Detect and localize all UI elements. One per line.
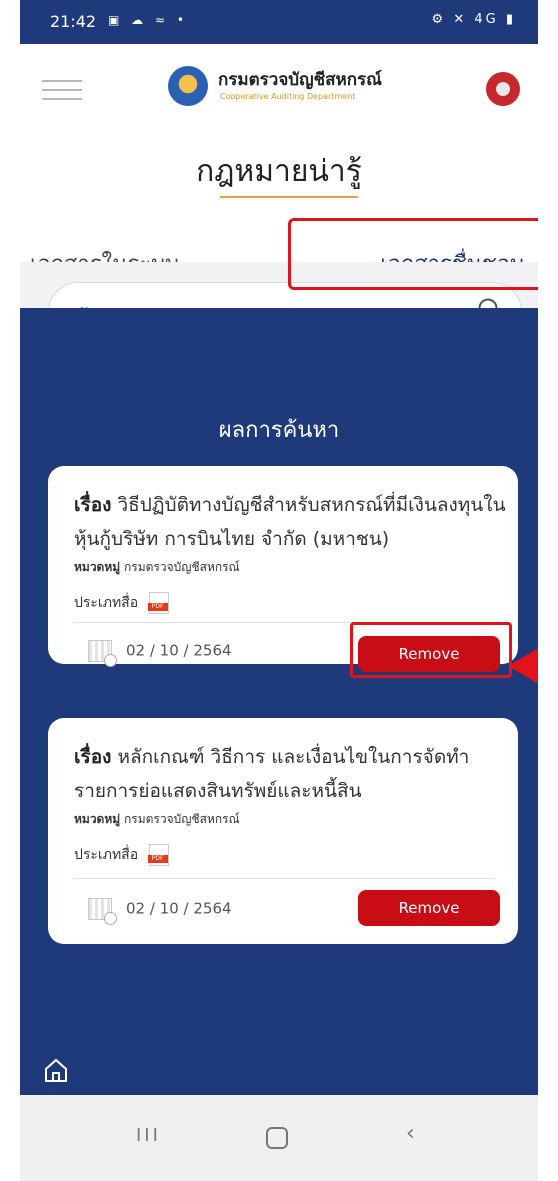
card-subject: เรื่อง วิธีปฏิบัติทางบัญชีสำหรับสหกรณ์ที… <box>74 488 514 556</box>
card-subject: เรื่อง หลักเกณฑ์ วิธีการ และเงื่อนไขในกา… <box>74 740 514 808</box>
status-right-icons: ⚙ ✕ 4G ▮ <box>431 12 516 27</box>
pdf-icon: PDF <box>147 844 169 866</box>
android-nav-bar: III ‹ <box>20 1095 538 1181</box>
nav-home-icon[interactable] <box>266 1127 288 1149</box>
title-underline <box>220 196 358 198</box>
home-icon[interactable] <box>42 1056 70 1084</box>
category-value: กรมตรวจบัญชีสหกรณ์ <box>124 560 240 574</box>
phone-screen: 21:42 ▣ ☁ ≈ • ⚙ ✕ 4G ▮ กรมตรวจบัญชีสหกรณ… <box>20 0 538 1181</box>
results-title: ผลการค้นหา <box>218 418 340 443</box>
avatar-icon[interactable] <box>486 72 520 106</box>
card-category: หมวดหมู่ กรมตรวจบัญชีสหกรณ์ <box>74 810 240 829</box>
media-label: ประเภทสื่อ <box>74 595 139 611</box>
card-category: หมวดหมู่ กรมตรวจบัญชีสหกรณ์ <box>74 558 240 577</box>
results-panel: ผลการค้นหา เรื่อง วิธีปฏิบัติทางบัญชีสำห… <box>20 308 538 1095</box>
remove-highlight-box <box>350 622 512 678</box>
brand-subtitle: Cooperative Auditing Department <box>220 92 356 101</box>
calendar-icon <box>88 898 117 925</box>
subject-label: เรื่อง <box>74 494 112 516</box>
subject-label: เรื่อง <box>74 746 112 768</box>
card-date: 02 / 10 / 2564 <box>88 898 232 925</box>
subject-text: หลักเกณฑ์ วิธีการ และเงื่อนไขในการจัดทำร… <box>74 746 470 802</box>
card-divider <box>74 878 494 879</box>
calendar-icon <box>88 640 117 667</box>
status-bar: 21:42 ▣ ☁ ≈ • ⚙ ✕ 4G ▮ <box>20 0 538 44</box>
page-title: กฎหมายน่ารู้ <box>196 154 362 189</box>
status-time: 21:42 <box>50 12 97 31</box>
status-left-icons: ▣ ☁ ≈ • <box>108 13 188 27</box>
nav-back-icon[interactable]: ‹ <box>406 1121 415 1146</box>
pdf-icon: PDF <box>147 592 169 614</box>
nav-recents-icon[interactable]: III <box>136 1125 161 1146</box>
category-value: กรมตรวจบัญชีสหกรณ์ <box>124 812 240 826</box>
media-label: ประเภทสื่อ <box>74 847 139 863</box>
card-media-type: ประเภทสื่อ PDF <box>74 592 169 614</box>
category-label: หมวดหมู่ <box>74 812 121 826</box>
remove-button[interactable]: Remove <box>358 890 500 926</box>
category-label: หมวดหมู่ <box>74 560 121 574</box>
tab-highlight-box <box>288 218 538 290</box>
card-date: 02 / 10 / 2564 <box>88 640 232 667</box>
document-card[interactable]: เรื่อง หลักเกณฑ์ วิธีการ และเงื่อนไขในกา… <box>48 718 518 944</box>
logo-icon <box>168 66 208 106</box>
subject-text: วิธีปฏิบัติทางบัญชีสำหรับสหกรณ์ที่มีเงิน… <box>74 494 506 550</box>
pointer-arrow <box>508 646 538 686</box>
hamburger-icon[interactable] <box>42 80 82 100</box>
brand-name: กรมตรวจบัญชีสหกรณ์ <box>218 70 382 90</box>
app-header: กรมตรวจบัญชีสหกรณ์ Cooperative Auditing … <box>20 44 538 136</box>
card-media-type: ประเภทสื่อ PDF <box>74 844 169 866</box>
